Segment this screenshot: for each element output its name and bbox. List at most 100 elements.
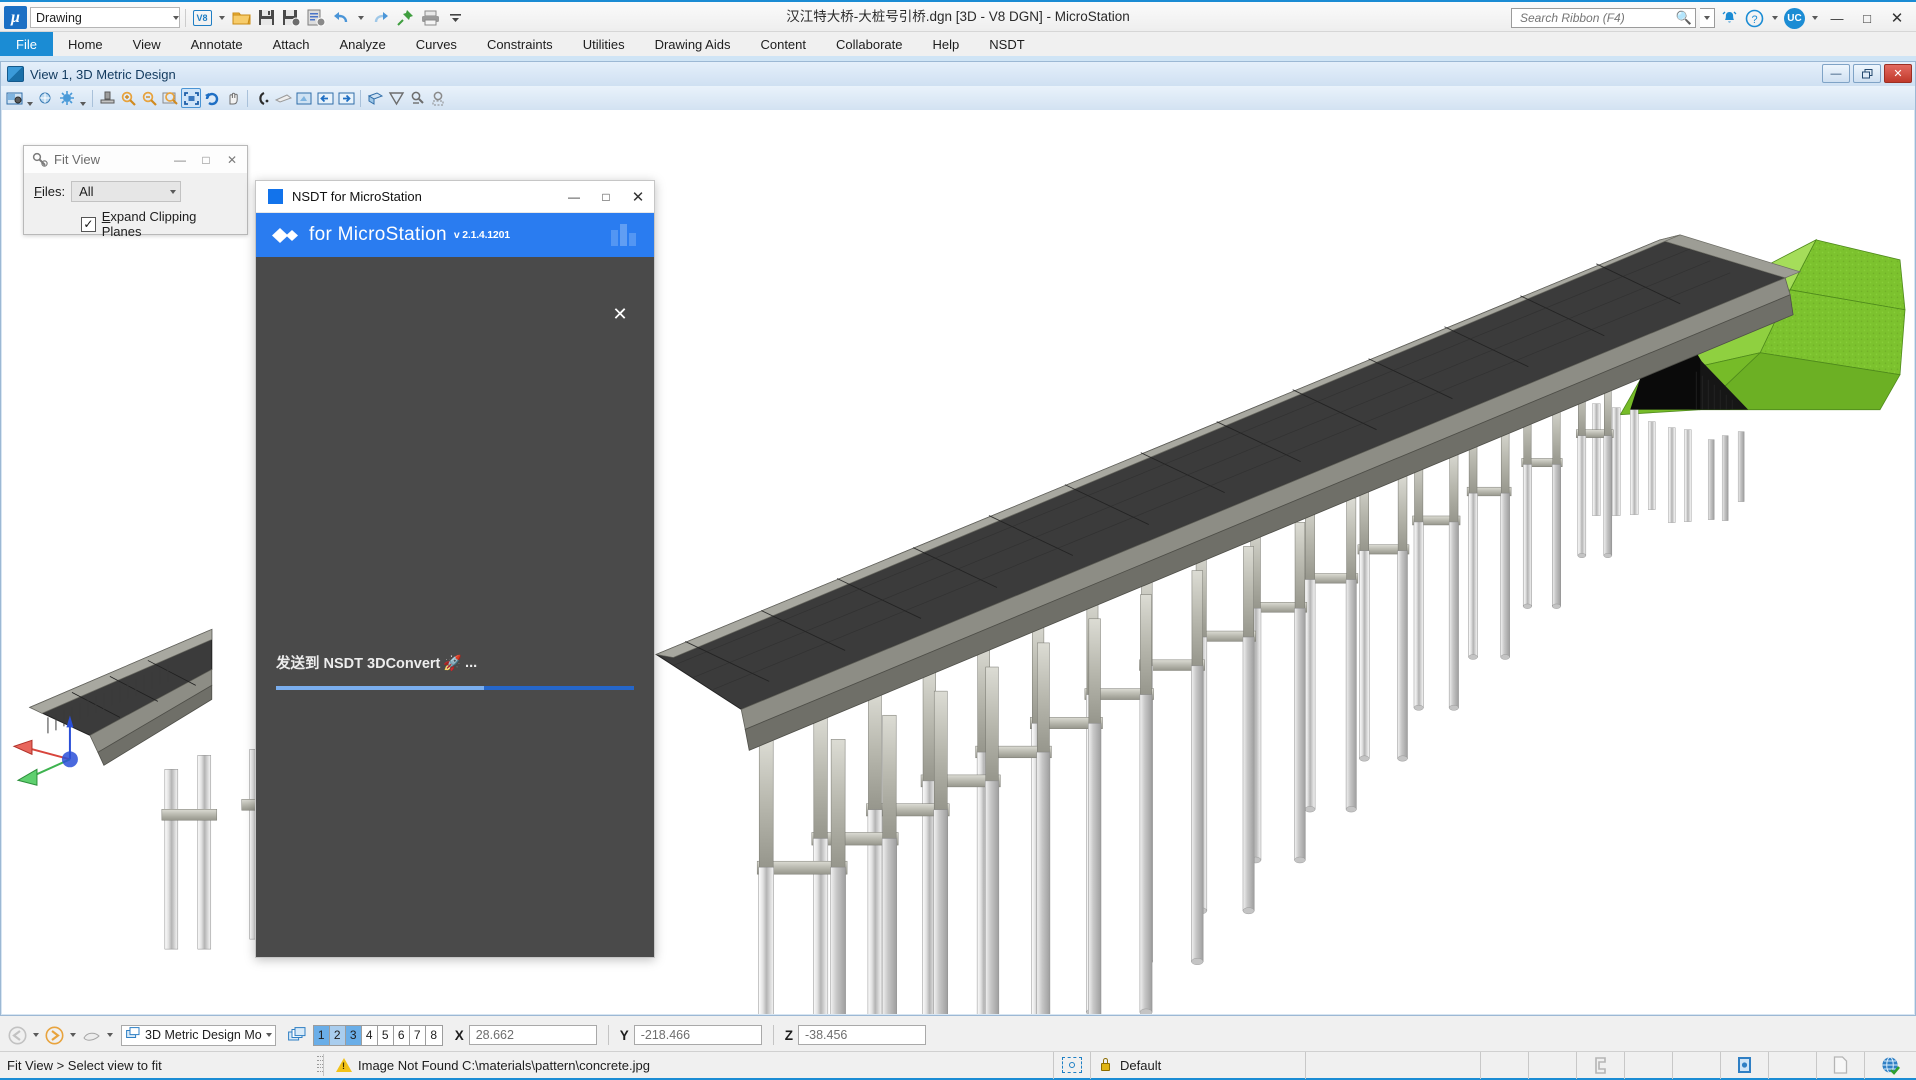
undo-dropdown-caret-icon[interactable]	[355, 7, 366, 29]
fit-view-title-bar[interactable]: Fit View — □ ✕	[24, 146, 247, 173]
ribbon-tab-collaborate[interactable]: Collaborate	[821, 32, 918, 56]
clip-mask-icon[interactable]	[386, 88, 406, 108]
ribbon-tab-content[interactable]: Content	[745, 32, 821, 56]
view-display-icon[interactable]	[407, 88, 427, 108]
view-close-button[interactable]: ✕	[1884, 64, 1912, 83]
adjust-view-brightness-icon[interactable]	[36, 88, 56, 108]
display-style-dropdown[interactable]	[78, 86, 88, 110]
active-level-cell[interactable]: Default	[1090, 1051, 1305, 1079]
ribbon-tab-attach[interactable]: Attach	[258, 32, 325, 56]
clip-volume-icon[interactable]	[365, 88, 385, 108]
ribbon-tab-curves[interactable]: Curves	[401, 32, 472, 56]
ribbon-tab-analyze[interactable]: Analyze	[325, 32, 401, 56]
help-dropdown-caret-icon[interactable]	[1769, 7, 1780, 29]
update-view-icon[interactable]	[97, 88, 117, 108]
snap-mode-cell[interactable]	[1576, 1051, 1624, 1079]
pan-view-icon[interactable]	[223, 88, 243, 108]
files-select[interactable]: All	[71, 181, 182, 202]
view-camera-icon[interactable]	[428, 88, 448, 108]
display-style-icon[interactable]	[57, 88, 77, 108]
level-button-8[interactable]: 8	[425, 1025, 442, 1045]
model-properties-icon[interactable]	[80, 1024, 102, 1046]
expand-clipping-checkbox[interactable]: ✓	[81, 216, 96, 232]
status-cell-blank-1[interactable]	[1305, 1051, 1480, 1079]
fit-view-maximize-button[interactable]: □	[193, 149, 219, 171]
level-button-7[interactable]: 7	[409, 1025, 426, 1045]
view-next-icon[interactable]	[336, 88, 356, 108]
view-minimize-button[interactable]: —	[1822, 64, 1850, 83]
zoom-out-icon[interactable]	[139, 88, 159, 108]
change-view-perspective-icon[interactable]	[273, 88, 293, 108]
fit-view-minimize-button[interactable]: —	[167, 149, 193, 171]
view-attributes-dropdown[interactable]	[25, 86, 35, 110]
bell-icon[interactable]	[1719, 8, 1740, 29]
level-button-6[interactable]: 6	[393, 1025, 410, 1045]
search-dropdown-button[interactable]	[1700, 8, 1715, 28]
previous-model-icon[interactable]	[6, 1024, 28, 1046]
fit-view-close-button[interactable]: ✕	[219, 149, 245, 171]
zoom-in-icon[interactable]	[118, 88, 138, 108]
view-title-bar[interactable]: View 1, 3D Metric Design — ✕	[1, 62, 1915, 86]
coord-field-x[interactable]: 28.662	[468, 1025, 597, 1045]
save-settings-icon[interactable]	[305, 7, 327, 29]
user-dropdown-caret-icon[interactable]	[1809, 7, 1820, 29]
redo-icon[interactable]	[369, 7, 391, 29]
dgn-file-cell[interactable]	[1816, 1051, 1864, 1079]
level-button-3[interactable]: 3	[345, 1025, 362, 1045]
ribbon-tab-constraints[interactable]: Constraints	[472, 32, 568, 56]
level-button-2[interactable]: 2	[329, 1025, 346, 1045]
nsdt-body-close-icon[interactable]: ✕	[609, 303, 631, 325]
model-properties-caret-icon[interactable]	[104, 1024, 115, 1046]
selection-set-cell[interactable]	[1053, 1051, 1090, 1079]
workflow-selector[interactable]: Drawing	[30, 7, 180, 28]
next-model-icon[interactable]	[43, 1024, 65, 1046]
help-icon[interactable]: ?	[1744, 8, 1765, 29]
level-display-icon[interactable]	[286, 1024, 308, 1046]
ribbon-tab-view[interactable]: View	[118, 32, 176, 56]
v8-format-icon[interactable]: V8	[191, 7, 213, 29]
nsdt-minimize-button[interactable]: —	[558, 182, 590, 212]
copy-view-icon[interactable]	[294, 88, 314, 108]
coord-field-y[interactable]: -218.466	[633, 1025, 762, 1045]
ribbon-tab-home[interactable]: Home	[53, 32, 118, 56]
v8-dropdown-caret-icon[interactable]	[216, 7, 227, 29]
level-button-5[interactable]: 5	[377, 1025, 394, 1045]
microstation-logo-icon[interactable]: μ	[4, 6, 27, 29]
status-cell-blank-2[interactable]	[1480, 1051, 1528, 1079]
print-icon[interactable]	[419, 7, 441, 29]
previous-model-caret-icon[interactable]	[30, 1024, 41, 1046]
nsdt-close-button[interactable]: ✕	[622, 182, 654, 212]
ribbon-tab-utilities[interactable]: Utilities	[568, 32, 640, 56]
view-restore-button[interactable]	[1853, 64, 1881, 83]
status-cell-blank-4[interactable]	[1624, 1051, 1672, 1079]
rotate-view-icon[interactable]	[202, 88, 222, 108]
view-attributes-icon[interactable]	[4, 88, 24, 108]
status-cell-blank-3[interactable]	[1528, 1051, 1576, 1079]
level-button-4[interactable]: 4	[361, 1025, 378, 1045]
search-ribbon-box[interactable]: 🔍	[1511, 8, 1696, 28]
ribbon-tab-file[interactable]: File	[0, 32, 53, 56]
pin-icon[interactable]	[394, 7, 416, 29]
window-close-button[interactable]: ✕	[1884, 6, 1910, 30]
next-model-caret-icon[interactable]	[67, 1024, 78, 1046]
nsdt-maximize-button[interactable]: □	[590, 182, 622, 212]
search-input[interactable]	[1518, 10, 1676, 26]
view-previous-icon[interactable]	[315, 88, 335, 108]
view-previous-arc-icon[interactable]	[252, 88, 272, 108]
customize-qat-icon[interactable]	[444, 7, 466, 29]
window-maximize-button[interactable]: □	[1854, 6, 1880, 30]
status-cell-blank-5[interactable]	[1672, 1051, 1720, 1079]
nsdt-title-bar[interactable]: NSDT for MicroStation — □ ✕	[256, 181, 654, 213]
ribbon-tab-annotate[interactable]: Annotate	[176, 32, 258, 56]
model-selector[interactable]: 3D Metric Design Mo	[121, 1024, 276, 1046]
coord-field-z[interactable]: -38.456	[797, 1025, 926, 1045]
window-area-icon[interactable]	[160, 88, 180, 108]
ribbon-tab-help[interactable]: Help	[918, 32, 975, 56]
open-folder-icon[interactable]	[230, 7, 252, 29]
user-avatar[interactable]: UC	[1784, 7, 1805, 29]
save-as-icon[interactable]	[280, 7, 302, 29]
undo-icon[interactable]	[330, 7, 352, 29]
status-cell-blank-6[interactable]	[1768, 1051, 1816, 1079]
ribbon-tab-drawing-aids[interactable]: Drawing Aids	[640, 32, 746, 56]
expand-clipping-row[interactable]: ✓ Expand Clipping Planes	[34, 209, 237, 239]
